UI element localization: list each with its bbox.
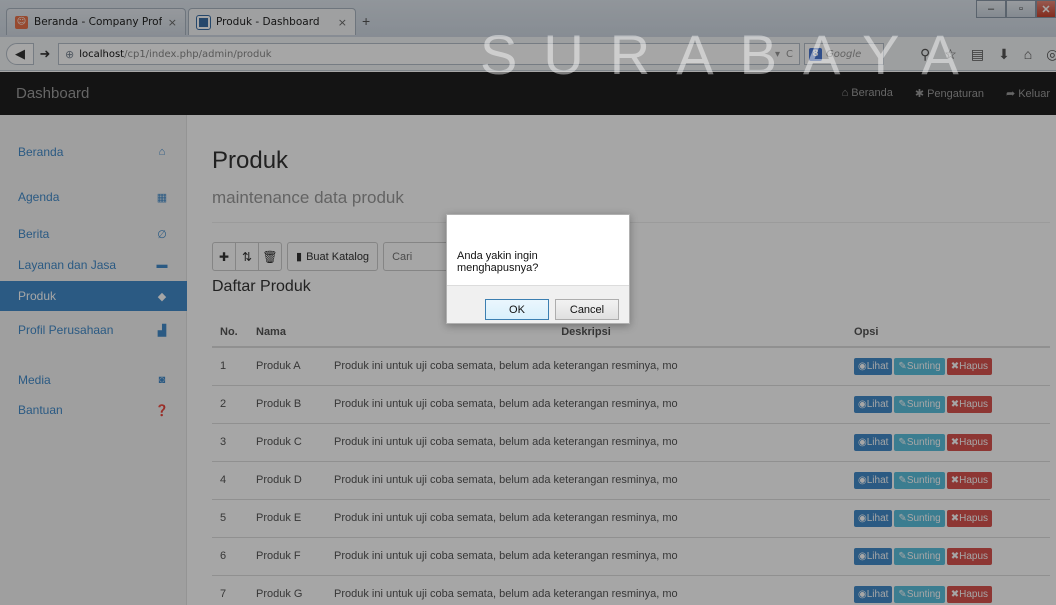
watermark-text: SURABAYA (480, 23, 985, 86)
dialog-footer: OK Cancel (447, 285, 629, 323)
ok-button[interactable]: OK (485, 299, 549, 320)
dialog-message: Anda yakin ingin menghapusnya? (457, 250, 539, 274)
confirm-dialog: Anda yakin ingin menghapusnya? OK Cancel (446, 214, 630, 324)
cancel-button[interactable]: Cancel (555, 299, 619, 320)
